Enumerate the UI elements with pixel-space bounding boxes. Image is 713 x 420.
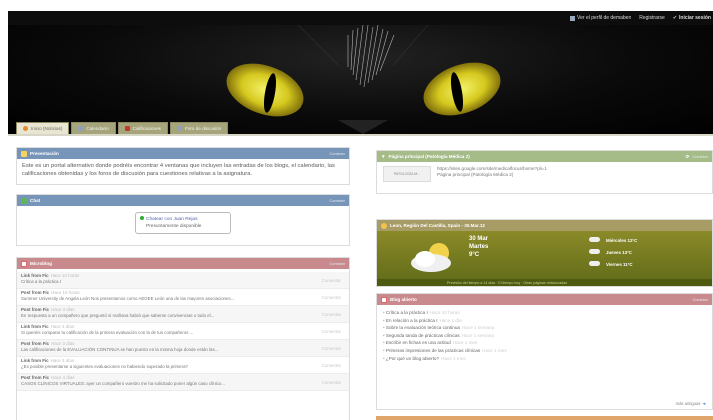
chat-contact-box: Chatear con Juan Rejas Presuntamente dis… — [135, 212, 231, 234]
list-item[interactable]: En relación a la práctica IHace 1 día — [383, 317, 706, 325]
tab-inicio[interactable]: Inicio (Noticias) — [16, 122, 70, 134]
chat-header: Chat Contraer — [17, 195, 349, 206]
older-posts-link[interactable]: más antiguas ➜ — [676, 401, 706, 406]
comment-link[interactable]: Comentar — [322, 363, 341, 369]
chat-panel: Chat Contraer Chatear con Juan Rejas Pre… — [16, 194, 350, 246]
list-item[interactable]: Post from Fic Hace 3 días Las calificacion… — [17, 340, 349, 357]
tab-calendario[interactable]: Calendario — [71, 122, 116, 134]
main-page-preview: PATOLOGÍA M... https://sites.google.com/… — [377, 162, 712, 186]
top-bar: Ver el perfil de demaben Registrarse ✔ In… — [8, 11, 713, 25]
comment-link[interactable]: Comentar — [322, 295, 341, 301]
microblog-list: Link from Fic Hace 10 horas Crítica a la p… — [17, 269, 349, 391]
next-panel-header — [376, 416, 713, 420]
header-cat-image — [8, 25, 713, 134]
blog-header: Blog abierto Contraer — [377, 294, 712, 305]
home-icon — [23, 126, 28, 131]
forum-icon — [176, 126, 182, 131]
weather-widget: 30 Mar Martes 9°C Miércoles 12°C Jueves … — [377, 231, 712, 286]
weather-panel: Leon, Región Del Castilla, Spain - 30.Ma… — [376, 219, 713, 287]
list-item[interactable]: Crítica a la práctica IHace 10 horas — [383, 309, 706, 317]
presentation-panel: Presentación Contraer Este es un portal … — [16, 147, 350, 185]
microblog-panel: Microblog Contraer Link from Fic Hace 10 … — [16, 257, 350, 420]
forecast-row: Viernes 11°C — [589, 259, 637, 271]
profile-link[interactable]: Ver el perfil de demaben — [570, 15, 631, 21]
weather-date: 30 Mar — [469, 236, 489, 242]
forecast-row: Miércoles 12°C — [589, 235, 637, 247]
check-icon: ✔ — [672, 15, 678, 21]
sun-icon — [381, 222, 387, 229]
weather-day: Martes — [469, 244, 489, 250]
blog-list: Crítica a la práctica IHace 10 horas En … — [377, 305, 712, 366]
arrow-right-icon: ➜ — [702, 401, 706, 406]
collapse-button[interactable]: Contraer — [329, 198, 345, 203]
online-icon — [140, 216, 144, 220]
collapse-button[interactable]: Contraer — [692, 297, 708, 302]
main-page-header: ▼ Página principal (Patología Médica 2) … — [377, 151, 712, 162]
list-item[interactable]: Link from Fic Hace 10 horas Crítica a la p… — [17, 272, 349, 289]
microblog-header: Microblog Contraer — [17, 258, 349, 269]
cloud-icon — [589, 249, 600, 254]
list-item[interactable]: ¿Por qué un blog abierto?Hace 1 mes — [383, 355, 706, 363]
page-thumbnail[interactable]: PATOLOGÍA M... — [383, 166, 431, 182]
weather-header: Leon, Región Del Castilla, Spain - 30.Ma… — [377, 220, 712, 231]
weather-temp: 9°C — [469, 252, 480, 258]
comment-link[interactable]: Comentar — [322, 380, 341, 386]
list-item[interactable]: Post from Fic Hace 4 días CASOS CLÍNICOS V… — [17, 374, 349, 391]
cat-eyes-illustration — [226, 25, 501, 134]
weather-footer[interactable]: Previsión del tiempo a 14 días · El tiem… — [377, 279, 712, 286]
blog-panel: Blog abierto Contraer Crítica a la práct… — [376, 293, 713, 410]
comment-link[interactable]: Comentar — [322, 329, 341, 335]
collapse-button[interactable]: Contraer — [692, 154, 708, 159]
page-subtitle: Página principal (Patología Médica 2) — [437, 172, 514, 177]
chat-status: Presuntamente disponible — [146, 224, 202, 229]
list-item[interactable]: Post from Fic Hace 3 días En respuesta a u… — [17, 306, 349, 323]
forecast-row: Jueves 13°C — [589, 247, 637, 259]
calendar-icon — [78, 126, 84, 131]
list-item[interactable]: Post from Fic Hace 10 horas Summer Univers… — [17, 289, 349, 306]
rss-icon — [381, 296, 387, 303]
collapse-button[interactable]: Contraer — [329, 261, 345, 266]
list-item[interactable]: Segunda tanda de prácticas clínicasHace … — [383, 332, 706, 340]
presentation-header: Presentación Contraer — [17, 148, 349, 159]
refresh-icon[interactable]: ⟳ — [686, 154, 690, 160]
tab-bar: Inicio (Noticias) Calendario Calificacio… — [8, 119, 713, 134]
comment-link[interactable]: Comentar — [322, 278, 341, 284]
chat-icon — [21, 197, 27, 204]
register-link[interactable]: Registrarse — [639, 15, 665, 21]
presentation-text: Este es un portal alternativo donde podr… — [22, 163, 335, 177]
cloud-icon — [589, 261, 600, 266]
grades-icon — [124, 126, 130, 131]
list-item[interactable]: Escribir en fichas es una actitudHace 1 … — [383, 339, 706, 347]
tab-foro[interactable]: Foro de discusión — [169, 122, 229, 134]
tab-calificaciones[interactable]: Calificaciones — [117, 122, 168, 134]
main-content: Presentación Contraer Este es un portal … — [8, 134, 713, 420]
login-link[interactable]: ✔ Iniciar sesión — [673, 15, 711, 21]
cloud-sun-icon — [411, 243, 451, 272]
chat-contact-link[interactable]: Chatear con Juan Rejas — [146, 217, 197, 222]
main-page-panel: ▼ Página principal (Patología Médica 2) … — [376, 150, 713, 194]
cloud-icon — [589, 237, 600, 242]
arrow-down-icon: ▼ — [381, 154, 386, 159]
rss-icon — [21, 260, 27, 267]
list-item[interactable]: Sobre la evaluación teórica continuaHace… — [383, 324, 706, 332]
profile-icon — [570, 15, 576, 21]
comment-link[interactable]: Comentar — [322, 346, 341, 352]
list-item[interactable]: Link from Fic Hace 3 días Si queréis compa… — [17, 323, 349, 340]
next-panel — [376, 416, 713, 420]
comment-link[interactable]: Comentar — [322, 312, 341, 318]
collapse-button[interactable]: Contraer — [329, 151, 345, 156]
note-icon — [21, 150, 27, 157]
list-item[interactable]: Link from Fic Hace 3 días ¿Es posible pres… — [17, 357, 349, 374]
list-item[interactable]: Primeras impresiones de las prácticas cl… — [383, 347, 706, 355]
